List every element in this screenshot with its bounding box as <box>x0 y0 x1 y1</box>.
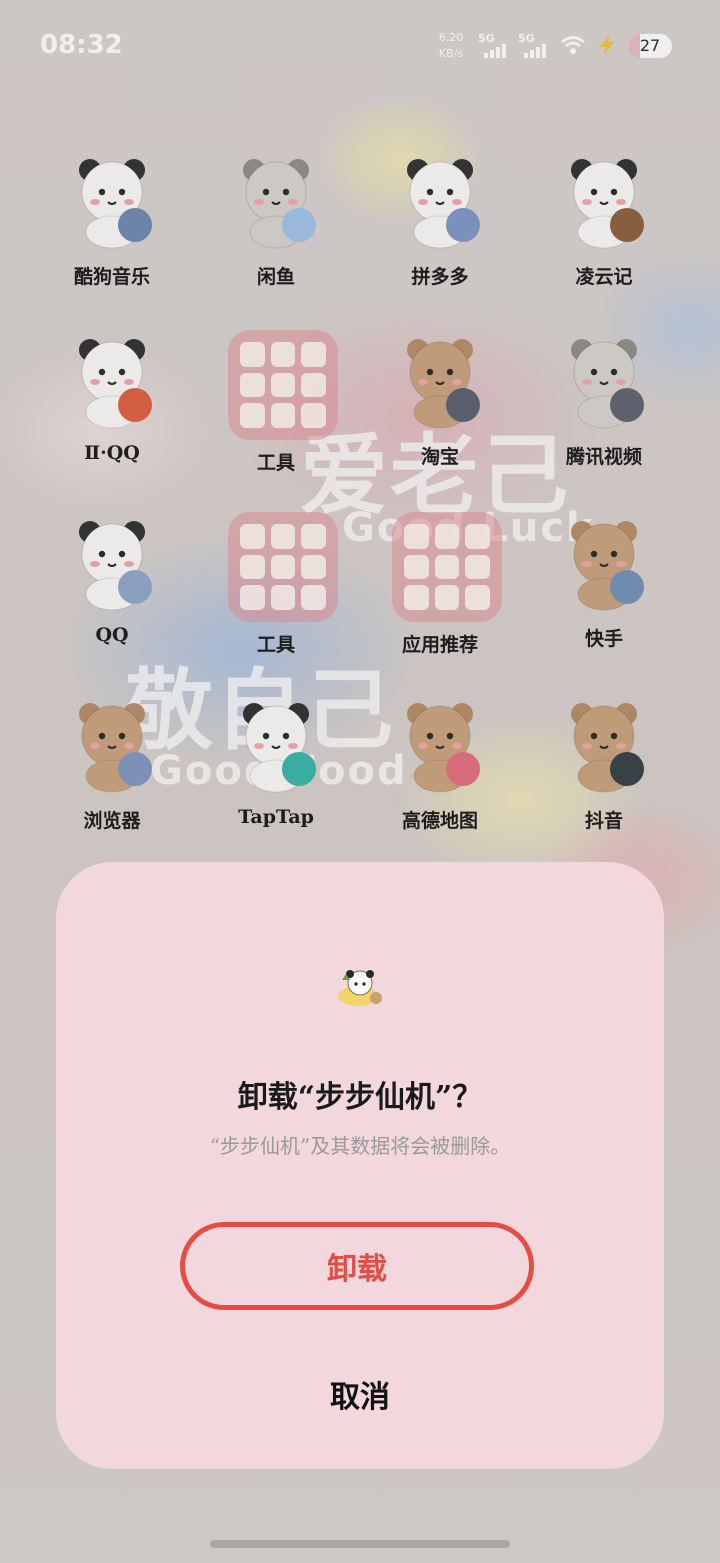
home-indicator[interactable] <box>210 1540 510 1548</box>
uninstall-button[interactable]: 卸载 <box>180 1222 534 1310</box>
cancel-button[interactable]: 取消 <box>280 1362 440 1426</box>
uninstall-dialog: 卸载“步步仙机”？ “步步仙机”及其数据将会被删除。 卸载 取消 <box>56 862 664 1469</box>
dialog-message: “步步仙机”及其数据将会被删除。 <box>209 1134 511 1158</box>
dialog-title: 卸载“步步仙机”？ <box>237 1080 483 1115</box>
app-icon <box>338 970 382 1006</box>
